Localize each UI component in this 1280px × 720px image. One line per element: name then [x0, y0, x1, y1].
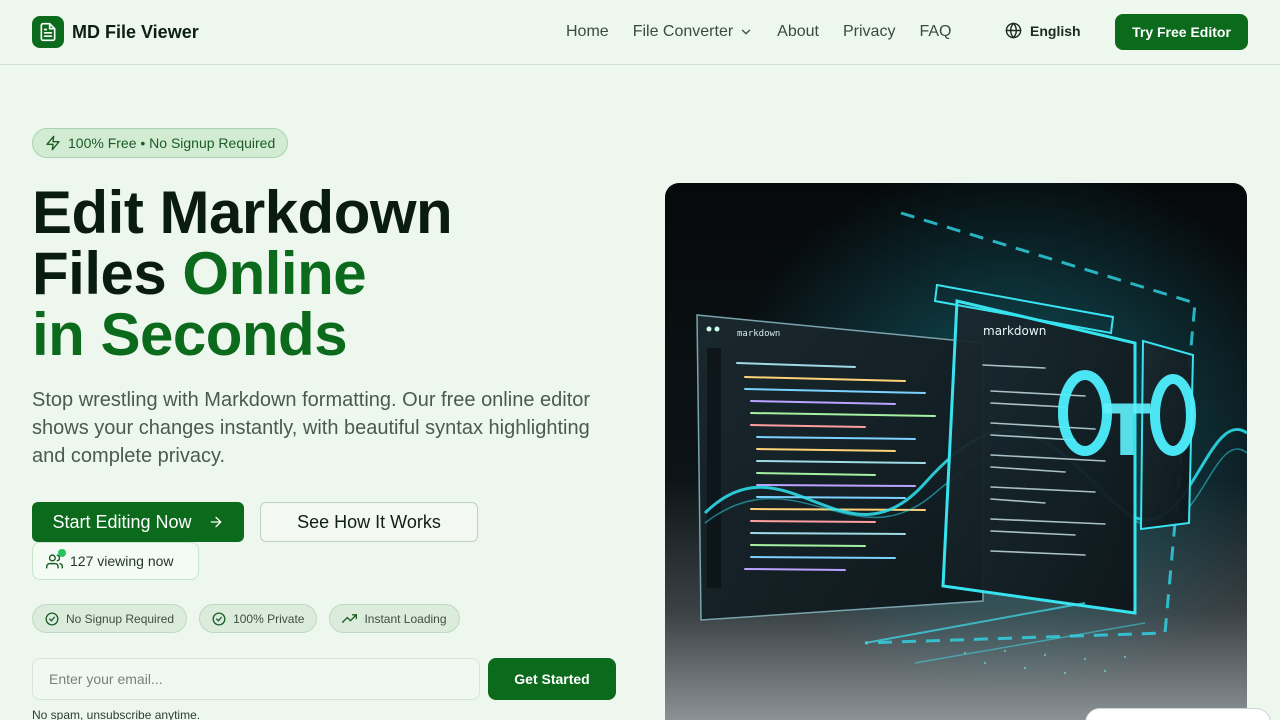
trending-up-icon [342, 614, 358, 623]
editor-window-title: markdown [737, 329, 780, 339]
pill-private-label: 100% Private [233, 611, 305, 626]
language-switcher[interactable]: English [1005, 22, 1081, 39]
chevron-down-icon [742, 29, 751, 35]
globe-icon [1005, 22, 1022, 39]
pill-instant: Instant Loading [329, 604, 460, 633]
try-free-editor-button[interactable]: Try Free Editor [1115, 14, 1248, 50]
pill-private: 100% Private [199, 604, 318, 633]
live-dot [58, 549, 66, 557]
nav-faq[interactable]: FAQ [919, 20, 951, 44]
arrow-right-icon [210, 516, 222, 528]
svg-text:T: T [1103, 390, 1151, 472]
start-editing-label: Start Editing Now [52, 511, 192, 532]
viewing-now-indicator: 127 viewing now [32, 542, 199, 580]
headline-line-2b: Online [182, 240, 367, 307]
hero-subtitle: Stop wrestling with Markdown formatting.… [32, 389, 591, 467]
start-editing-button[interactable]: Start Editing Now [32, 502, 244, 542]
nav-file-converter-label: File Converter [632, 23, 734, 40]
brand-name: MD File Viewer [72, 21, 199, 42]
email-input[interactable] [32, 658, 480, 700]
nav-home[interactable]: Home [566, 20, 609, 44]
nav-privacy[interactable]: Privacy [843, 20, 895, 44]
feature-pills: No Signup Required 100% Private Instant … [32, 604, 460, 633]
free-badge: 100% Free • No Signup Required [32, 128, 289, 158]
preview-panel-title: markdown [983, 324, 1046, 338]
headline-line-1: Edit Markdown [32, 179, 453, 246]
brand-logo[interactable]: MD File Viewer [32, 16, 199, 48]
get-started-button[interactable]: Get Started [488, 658, 616, 700]
main-nav: Home File Converter About Privacy FAQ [566, 20, 975, 44]
hero-illustration: markdown markdown T [665, 183, 1247, 720]
nav-file-converter[interactable]: File Converter [633, 20, 753, 44]
pill-no-signup: No Signup Required [32, 604, 188, 633]
free-badge-label: 100% Free • No Signup Required [68, 135, 276, 151]
check-circle-icon [45, 612, 59, 625]
site-header: MD File Viewer Home File Converter About… [0, 0, 1280, 65]
pill-no-signup-label: No Signup Required [66, 611, 175, 626]
nav-about[interactable]: About [777, 20, 819, 44]
headline-line-3: in Seconds [32, 301, 348, 368]
headline-line-2a: Files [32, 240, 183, 307]
file-text-icon [32, 16, 64, 48]
language-label: English [1030, 22, 1081, 39]
viewing-now-label: 127 viewing now [70, 553, 174, 569]
check-circle-icon [212, 612, 226, 625]
email-disclaimer: No spam, unsubscribe anytime. [32, 708, 201, 720]
see-how-it-works-button[interactable]: See How It Works [260, 502, 478, 542]
zap-icon [46, 135, 60, 151]
floating-chip [1085, 708, 1271, 720]
page-title: Edit Markdown Files Online in Seconds [32, 182, 632, 365]
pill-instant-label: Instant Loading [364, 611, 447, 626]
